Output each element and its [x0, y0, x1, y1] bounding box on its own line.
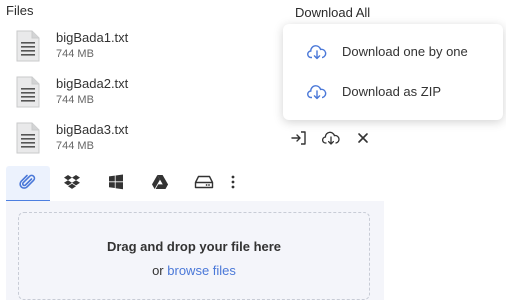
tab-dropbox[interactable]	[50, 166, 94, 202]
paperclip-icon	[19, 173, 37, 196]
more-sources-button[interactable]	[226, 166, 240, 202]
file-row-actions	[288, 130, 374, 146]
windows-onedrive-icon	[108, 174, 124, 195]
tab-local-files[interactable]	[6, 166, 50, 202]
move-into-icon[interactable]	[288, 130, 310, 146]
file-size: 744 MB	[56, 94, 94, 106]
file-name: bigBada1.txt	[56, 30, 129, 45]
file-row: bigBada1.txt 744 MB	[16, 30, 276, 70]
file-size: 744 MB	[56, 140, 94, 152]
google-drive-icon	[151, 174, 169, 195]
download-icon[interactable]	[320, 130, 342, 146]
dropzone-title: Drag and drop your file here	[106, 239, 282, 254]
file-size: 744 MB	[56, 48, 94, 60]
cloud-download-icon	[307, 44, 327, 60]
document-icon	[16, 30, 40, 62]
upload-source-tabs	[6, 166, 384, 202]
file-name: bigBada3.txt	[56, 122, 129, 137]
document-icon	[16, 76, 40, 108]
file-row: bigBada3.txt 744 MB	[16, 122, 276, 162]
dropzone-panel: Drag and drop your file here or browse f…	[6, 201, 384, 300]
document-icon	[16, 122, 40, 154]
cloud-download-icon	[307, 84, 327, 100]
close-icon[interactable]	[352, 130, 374, 146]
file-name: bigBada2.txt	[56, 76, 129, 91]
browse-files-link[interactable]: browse files	[167, 263, 236, 278]
tab-google-drive[interactable]	[138, 166, 182, 202]
more-vertical-icon	[231, 175, 235, 194]
tab-device-storage[interactable]	[182, 166, 226, 202]
download-all-button[interactable]: Download All	[295, 5, 370, 20]
or-text: or	[152, 263, 164, 278]
dropzone-subtitle: or browse files	[19, 263, 369, 278]
dropzone[interactable]: Drag and drop your file here or browse f…	[18, 212, 370, 300]
hard-drive-icon	[194, 175, 214, 194]
tab-onedrive[interactable]	[94, 166, 138, 202]
download-dropdown-menu: Download one by one Download as ZIP	[283, 24, 503, 120]
files-title: Files	[6, 3, 34, 18]
download-one-by-one-menu-item[interactable]: Download one by one	[283, 32, 503, 72]
file-row: bigBada2.txt 744 MB	[16, 76, 276, 116]
download-as-zip-menu-item[interactable]: Download as ZIP	[283, 72, 503, 112]
menu-item-label: Download one by one	[342, 44, 468, 59]
dropbox-icon	[63, 174, 81, 195]
menu-item-label: Download as ZIP	[342, 84, 441, 99]
